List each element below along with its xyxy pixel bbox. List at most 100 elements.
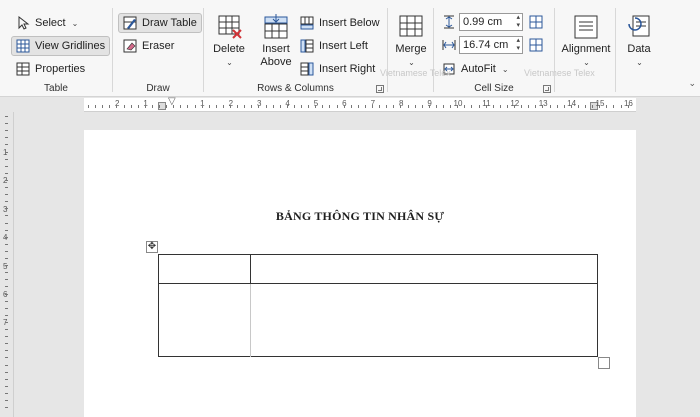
insert-below-button[interactable]: Insert Below xyxy=(296,13,384,33)
insert-above-label-line2: Above xyxy=(260,56,292,68)
alignment-button[interactable]: Alignment ⌄ xyxy=(558,14,614,69)
ruler-tick xyxy=(208,105,210,108)
chevron-down-icon: ⌄ xyxy=(636,58,643,67)
indent-marker-icon[interactable]: ▽ xyxy=(168,96,176,107)
ruler-tick xyxy=(222,105,224,108)
properties-button[interactable]: Properties xyxy=(12,59,89,79)
cell-size-group: 0.99 cm ▴ ▾ 16.74 cm ▴ ▾ AutoFit ⌄ Cell Si… xyxy=(434,0,554,97)
vertical-ruler[interactable]: 1 2 3 4 5 6 7 xyxy=(0,112,14,417)
ruler-tick xyxy=(549,105,551,108)
column-width-icon xyxy=(442,38,456,52)
insert-right-icon xyxy=(300,62,314,76)
cell-size-dialog-launcher-icon[interactable] xyxy=(543,85,551,93)
merge-button[interactable]: Merge ⌄ xyxy=(391,14,431,69)
rows-columns-group-label: Rows & Columns xyxy=(257,83,334,94)
ruler-tick xyxy=(563,105,565,108)
horizontal-ruler[interactable]: ▽ 2 1 1 2 3 4 5 6 7 8 9 10 11 12 13 14 15 16 xyxy=(84,96,636,112)
ruler-tick xyxy=(570,105,572,108)
ruler-tick xyxy=(5,144,8,146)
select-button[interactable]: Select ⌄ xyxy=(12,13,82,33)
ruler-tick xyxy=(5,258,8,259)
table-row-border xyxy=(159,283,597,284)
table-move-handle-icon[interactable]: ✥ xyxy=(146,241,158,253)
eraser-button[interactable]: Eraser xyxy=(119,36,178,56)
table-resize-handle-icon[interactable] xyxy=(598,357,610,369)
ruler-tick xyxy=(215,105,217,108)
cursor-arrow-icon xyxy=(16,15,30,30)
insert-left-button[interactable]: Insert Left xyxy=(296,36,372,56)
rows-columns-dialog-launcher-icon[interactable] xyxy=(376,85,384,93)
insert-above-label-line1: Insert xyxy=(262,43,290,55)
ruler-tick xyxy=(535,105,537,108)
distribute-rows-icon[interactable] xyxy=(529,15,543,29)
ruler-tick xyxy=(5,222,8,224)
ruler-tick xyxy=(5,321,8,323)
row-height-field[interactable]: 0.99 cm ▴ ▾ xyxy=(459,13,523,31)
document-table[interactable] xyxy=(158,254,598,357)
ruler-tick xyxy=(272,105,274,108)
insert-left-label: Insert Left xyxy=(319,40,368,52)
ruler-tick xyxy=(293,105,295,108)
ruler-tick xyxy=(5,151,8,153)
insert-above-button[interactable]: Insert Above xyxy=(256,14,296,69)
insert-left-icon xyxy=(300,39,314,53)
chevron-down-icon: ⌄ xyxy=(501,64,509,74)
view-gridlines-label: View Gridlines xyxy=(35,40,106,52)
ruler-tick xyxy=(485,105,487,108)
ruler-tick xyxy=(137,105,139,108)
spinner-arrows-icon[interactable]: ▴ ▾ xyxy=(516,14,520,30)
ruler-tick xyxy=(166,105,168,108)
ruler-tick xyxy=(5,187,8,188)
ruler-tick xyxy=(478,105,480,108)
alignment-label: Alignment xyxy=(561,43,611,55)
ruler-tick xyxy=(230,105,231,108)
ruler-tick xyxy=(357,105,359,108)
ruler-tick xyxy=(102,105,104,108)
ruler-tick xyxy=(151,105,153,108)
insert-right-button[interactable]: Insert Right xyxy=(296,59,379,79)
column-width-field[interactable]: 16.74 cm ▴ ▾ xyxy=(459,36,523,54)
ruler-tick xyxy=(322,105,324,108)
ruler-tick xyxy=(244,105,246,108)
table-group: Select ⌄ View Gridlines Properties Table xyxy=(0,0,112,97)
data-label: Data xyxy=(627,43,651,55)
eraser-icon xyxy=(123,39,137,53)
distribute-columns-icon[interactable] xyxy=(529,38,543,52)
properties-label: Properties xyxy=(35,63,86,75)
ruler-tick xyxy=(237,105,239,108)
data-button[interactable]: Data ⌄ xyxy=(620,14,658,69)
delete-label: Delete xyxy=(213,43,245,55)
ruler-tick xyxy=(421,105,423,108)
ruler-tick xyxy=(109,105,111,108)
ruler-label: 7 xyxy=(3,318,8,328)
ruler-tick xyxy=(279,105,281,108)
collapse-ribbon-icon[interactable]: ⌄ xyxy=(688,78,696,89)
eraser-label: Eraser xyxy=(142,40,175,52)
ruler-label: 5 xyxy=(3,261,8,271)
view-gridlines-button[interactable]: View Gridlines xyxy=(11,36,111,56)
data-group: Data ⌄ xyxy=(616,0,661,97)
ruler-tick xyxy=(528,105,530,108)
draw-table-button[interactable]: Draw Table xyxy=(118,13,202,33)
insert-above-icon xyxy=(262,14,290,40)
table-properties-icon xyxy=(16,62,30,76)
ruler-tick xyxy=(5,350,8,352)
ruler-tick xyxy=(5,250,8,252)
delete-button[interactable]: Delete ⌄ xyxy=(212,14,246,69)
ruler-tick xyxy=(450,105,452,108)
ruler-tick xyxy=(5,378,8,380)
ruler-tick xyxy=(5,314,8,316)
data-icon xyxy=(625,14,653,40)
ruler-tick xyxy=(435,105,437,108)
document-page[interactable]: BẢNG THÔNG TIN NHÂN SỰ ✥ xyxy=(84,130,636,417)
ruler-tick xyxy=(336,105,338,108)
ruler-tick xyxy=(301,105,302,108)
ruler-tick xyxy=(5,130,8,132)
column-width-value: 16.74 cm xyxy=(463,39,509,51)
ruler-tick xyxy=(258,105,260,108)
ruler-tick xyxy=(5,229,8,231)
ruler-tick xyxy=(521,105,523,108)
ruler-label: 2 xyxy=(3,176,8,186)
spinner-arrows-icon[interactable]: ▴ ▾ xyxy=(516,37,520,53)
ruler-tick xyxy=(5,243,8,245)
